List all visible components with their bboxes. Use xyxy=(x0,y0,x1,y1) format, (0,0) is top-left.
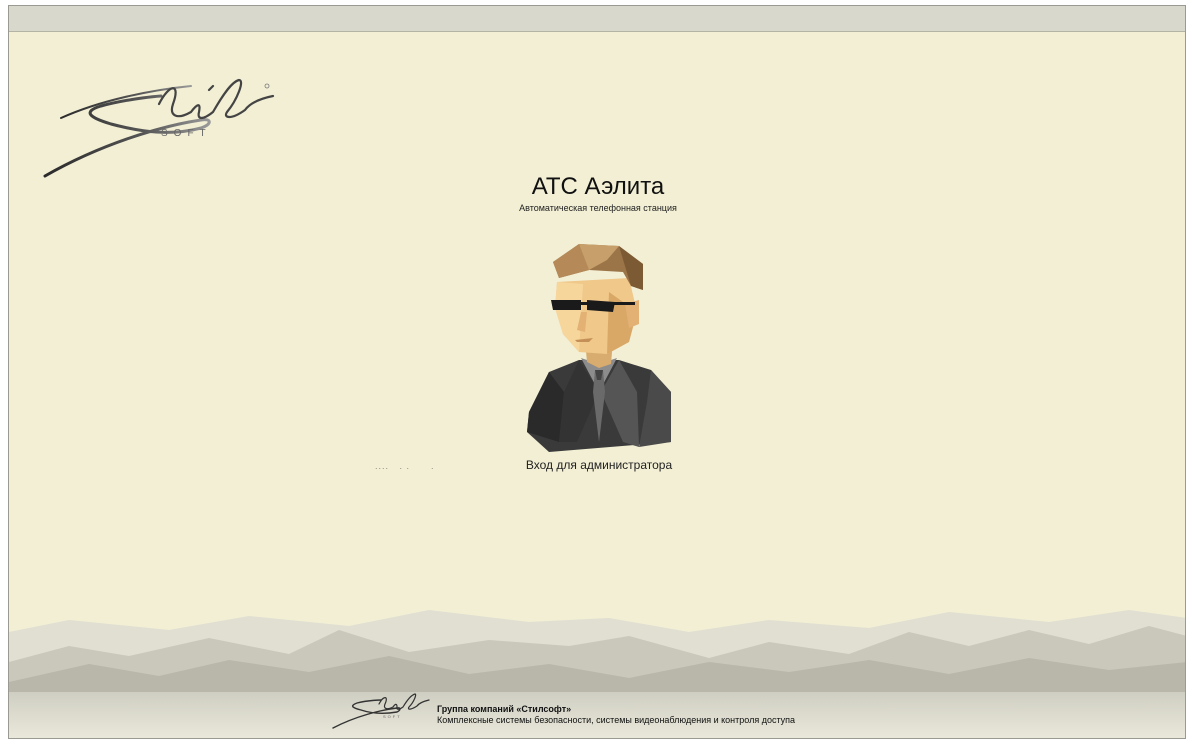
svg-text:SOFT: SOFT xyxy=(161,128,212,139)
svg-text:SOFT: SOFT xyxy=(383,714,402,719)
page-title: АТС Аэлита xyxy=(531,173,665,200)
stilsoft-logo-icon: SOFT xyxy=(43,78,275,178)
admin-login-link[interactable]: Вход для администратора xyxy=(429,458,769,472)
footer-company: Группа компаний «Стилсофт» xyxy=(437,704,572,714)
page-frame: SOFT АТС Аэлита Автоматическая телефонна… xyxy=(8,5,1186,739)
admin-avatar-icon[interactable] xyxy=(519,242,679,452)
hint-dots: .... . . . xyxy=(375,461,435,471)
page-subtitle: Автоматическая телефонная станция xyxy=(519,203,677,213)
footer-description: Комплексные системы безопасности, систем… xyxy=(437,715,796,725)
footer-text: Группа компаний «Стилсофт» Комплексные с… xyxy=(437,704,795,726)
title-block: АТС Аэлита Автоматическая телефонная ста… xyxy=(9,172,1185,214)
top-bar xyxy=(9,6,1185,32)
footer: SOFT Группа компаний «Стилсофт» Комплекс… xyxy=(9,646,1185,738)
stilsoft-logo-small-icon: SOFT xyxy=(332,693,430,729)
